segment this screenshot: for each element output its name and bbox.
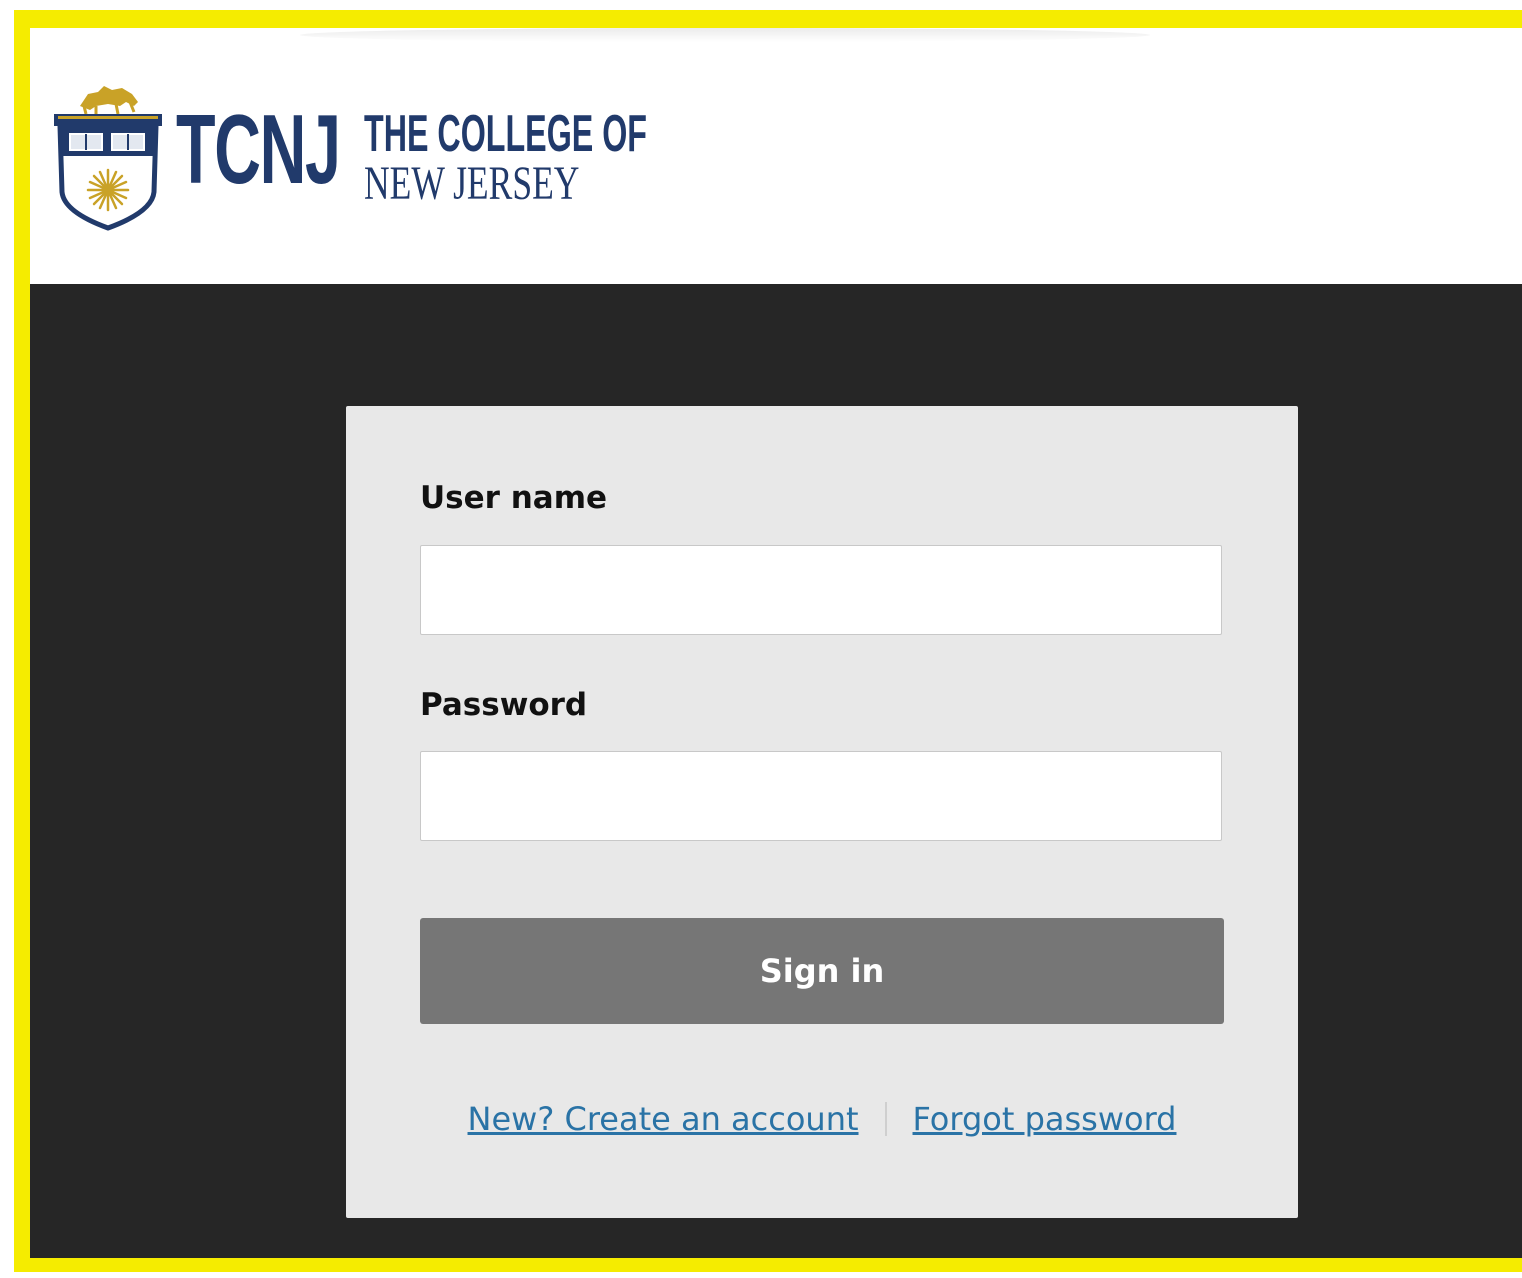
link-separator xyxy=(884,1102,887,1136)
create-account-link[interactable]: New? Create an account xyxy=(468,1100,859,1138)
logo-wordmark: TCNJ xyxy=(176,94,341,204)
highlight-frame-top xyxy=(14,10,1522,28)
highlight-frame-left xyxy=(14,10,30,1272)
username-input[interactable] xyxy=(420,545,1222,635)
site-header: TCNJ THE COLLEGE OF NEW JERSEY xyxy=(30,28,1522,284)
login-card: User name Password Sign in New? Create a… xyxy=(346,406,1298,1218)
highlight-frame-bottom xyxy=(14,1258,1522,1272)
account-links: New? Create an account Forgot password xyxy=(346,1100,1298,1150)
sign-in-button[interactable]: Sign in xyxy=(420,918,1224,1024)
tcnj-logo[interactable]: TCNJ THE COLLEGE OF NEW JERSEY xyxy=(50,72,647,242)
forgot-password-link[interactable]: Forgot password xyxy=(913,1100,1177,1138)
username-label: User name xyxy=(420,480,608,516)
header-shadow xyxy=(300,28,1150,42)
logo-college-name-line1: THE COLLEGE OF xyxy=(364,105,648,163)
password-label: Password xyxy=(420,687,588,723)
logo-college-name-line2: NEW JERSEY xyxy=(364,157,580,210)
password-input[interactable] xyxy=(420,751,1222,841)
college-crest-icon xyxy=(54,86,162,231)
